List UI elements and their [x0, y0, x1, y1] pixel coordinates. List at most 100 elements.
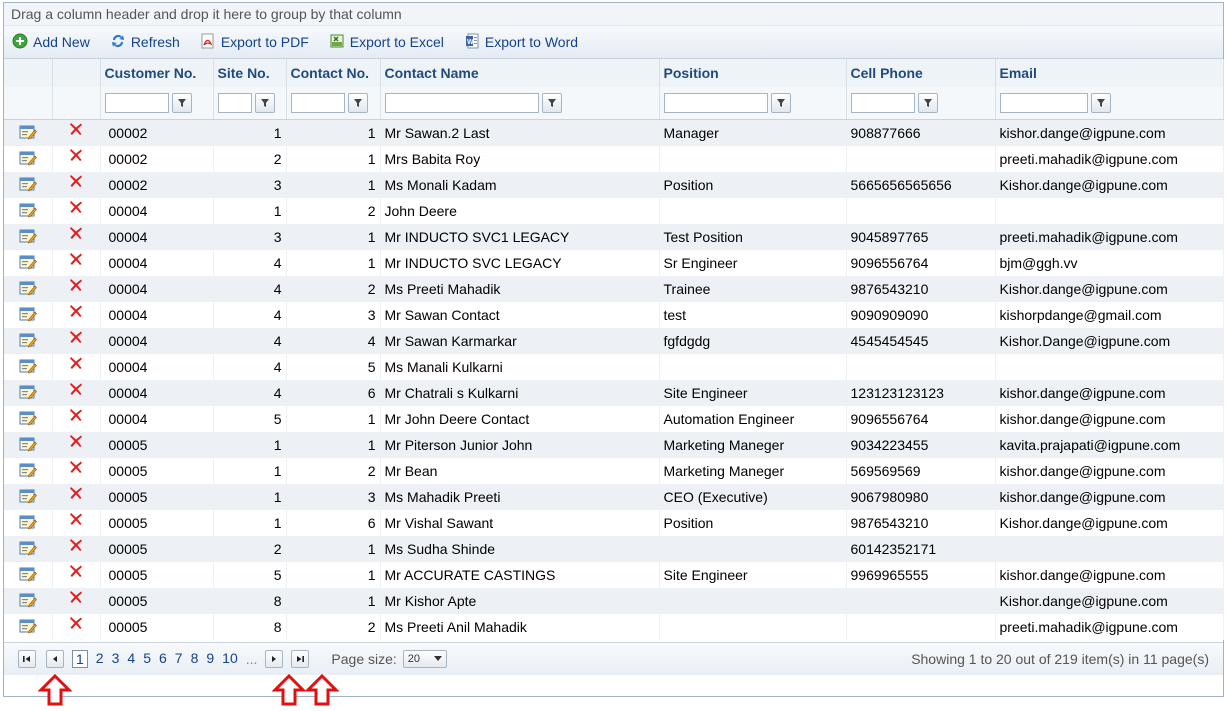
table-row[interactable]: 00005 8 2 Ms Preeti Anil Mahadik preeti.maha… — [4, 614, 1224, 640]
delete-icon[interactable] — [69, 174, 83, 191]
table-row[interactable]: 00005 2 1 Ms Sudha Shinde 60142352171 — [4, 536, 1224, 562]
table-row[interactable]: 00004 4 4 Mr Sawan Karmarkar fgfdgdg 45454545… — [4, 328, 1224, 354]
table-row[interactable]: 00004 3 1 Mr INDUCTO SVC1 LEGACY Test Positi… — [4, 224, 1224, 250]
contact-name-filter-input[interactable] — [384, 93, 539, 113]
column-header-contact-name[interactable]: Contact Name — [380, 59, 660, 87]
column-header-position[interactable]: Position — [659, 59, 847, 87]
page-number-7[interactable]: 7 — [175, 650, 183, 668]
site-no-filter-input[interactable] — [217, 93, 252, 113]
table-row[interactable]: 00005 1 2 Mr Bean Marketing Maneger 569569569… — [4, 458, 1224, 484]
delete-icon[interactable] — [69, 330, 83, 347]
delete-icon[interactable] — [69, 226, 83, 243]
edit-icon[interactable] — [19, 332, 37, 351]
delete-icon[interactable] — [69, 460, 83, 477]
page-number-6[interactable]: 6 — [159, 650, 167, 668]
edit-icon[interactable] — [19, 254, 37, 273]
delete-icon[interactable] — [69, 512, 83, 529]
filter-icon[interactable] — [254, 93, 275, 113]
edit-icon[interactable] — [19, 462, 37, 481]
delete-icon[interactable] — [69, 304, 83, 321]
delete-icon[interactable] — [69, 278, 83, 295]
delete-icon[interactable] — [69, 408, 83, 425]
edit-icon[interactable] — [19, 410, 37, 429]
edit-icon[interactable] — [19, 124, 37, 143]
table-row[interactable]: 00004 4 5 Ms Manali Kulkarni — [4, 354, 1224, 380]
delete-icon[interactable] — [69, 252, 83, 269]
delete-icon[interactable] — [69, 382, 83, 399]
delete-icon[interactable] — [69, 616, 83, 633]
page-number-2[interactable]: 2 — [96, 650, 104, 668]
add-new-button[interactable]: Add New — [12, 33, 90, 52]
email-filter-input[interactable] — [999, 93, 1088, 113]
page-size-select[interactable]: 20 — [402, 650, 447, 668]
edit-icon[interactable] — [19, 618, 37, 637]
table-row[interactable]: 00005 1 3 Ms Mahadik Preeti CEO (Executive) 9… — [4, 484, 1224, 510]
edit-icon[interactable] — [19, 202, 37, 221]
page-ellipsis[interactable]: ... — [246, 651, 258, 667]
table-row[interactable]: 00004 4 2 Ms Preeti Mahadik Trainee 987654321… — [4, 276, 1224, 302]
table-row[interactable]: 00002 2 1 Mrs Babita Roy preeti.mahadik@igpu… — [4, 146, 1224, 172]
filter-icon[interactable] — [171, 93, 192, 113]
delete-icon[interactable] — [69, 122, 83, 139]
delete-icon[interactable] — [69, 434, 83, 451]
table-row[interactable]: 00005 1 6 Mr Vishal Sawant Position 987654321… — [4, 510, 1224, 536]
filter-icon[interactable] — [770, 93, 791, 113]
table-row[interactable]: 00004 4 1 Mr INDUCTO SVC LEGACY Sr Engineer 9… — [4, 250, 1224, 276]
filter-icon[interactable] — [541, 93, 562, 113]
edit-icon[interactable] — [19, 436, 37, 455]
delete-icon[interactable] — [69, 148, 83, 165]
edit-icon[interactable] — [19, 306, 37, 325]
position-filter-input[interactable] — [663, 93, 768, 113]
edit-icon[interactable] — [19, 514, 37, 533]
column-header-site-no[interactable]: Site No. — [213, 59, 287, 87]
delete-icon[interactable] — [69, 200, 83, 217]
delete-icon[interactable] — [69, 486, 83, 503]
column-header-cell-phone[interactable]: Cell Phone — [846, 59, 996, 87]
table-row[interactable]: 00004 4 3 Mr Sawan Contact test 9090909090 kis… — [4, 302, 1224, 328]
edit-icon[interactable] — [19, 540, 37, 559]
page-number-5[interactable]: 5 — [143, 650, 151, 668]
export-excel-button[interactable]: Export to Excel — [329, 33, 444, 52]
table-row[interactable]: 00004 5 1 Mr John Deere Contact Automation E… — [4, 406, 1224, 432]
edit-icon[interactable] — [19, 150, 37, 169]
page-number-4[interactable]: 4 — [127, 650, 135, 668]
edit-icon[interactable] — [19, 358, 37, 377]
page-number-9[interactable]: 9 — [206, 650, 214, 668]
filter-icon[interactable] — [347, 93, 368, 113]
edit-icon[interactable] — [19, 488, 37, 507]
export-word-button[interactable]: W Export to Word — [464, 33, 578, 52]
table-row[interactable]: 00002 1 1 Mr Sawan.2 Last Manager 908877666 ki… — [4, 119, 1224, 146]
column-header-email[interactable]: Email — [995, 59, 1224, 87]
table-row[interactable]: 00005 8 1 Mr Kishor Apte Kishor.dange@igpune… — [4, 588, 1224, 614]
edit-icon[interactable] — [19, 176, 37, 195]
filter-icon[interactable] — [1090, 93, 1111, 113]
edit-icon[interactable] — [19, 566, 37, 585]
table-row[interactable]: 00005 5 1 Mr ACCURATE CASTINGS Site Engineer… — [4, 562, 1224, 588]
edit-icon[interactable] — [19, 384, 37, 403]
first-page-icon[interactable] — [18, 650, 36, 668]
table-row[interactable]: 00004 4 6 Mr Chatrali s Kulkarni Site Engine… — [4, 380, 1224, 406]
last-page-icon[interactable] — [291, 650, 310, 668]
table-row[interactable]: 00004 1 2 John Deere — [4, 198, 1224, 224]
page-number-3[interactable]: 3 — [112, 650, 120, 668]
refresh-button[interactable]: Refresh — [110, 33, 180, 52]
group-by-panel[interactable]: Drag a column header and drop it here to… — [4, 3, 1223, 26]
export-pdf-button[interactable]: Export to PDF — [200, 33, 309, 52]
column-header-customer-no[interactable]: Customer No. — [100, 59, 214, 87]
cell-phone-filter-input[interactable] — [850, 93, 915, 113]
prev-page-icon[interactable] — [46, 650, 64, 668]
page-number-10[interactable]: 10 — [222, 650, 238, 668]
customer-no-filter-input[interactable] — [104, 93, 169, 113]
edit-icon[interactable] — [19, 280, 37, 299]
edit-icon[interactable] — [19, 228, 37, 247]
table-row[interactable]: 00002 3 1 Ms Monali Kadam Position 5665656565… — [4, 172, 1224, 198]
delete-icon[interactable] — [69, 356, 83, 373]
next-page-icon[interactable] — [265, 650, 284, 668]
page-number-8[interactable]: 8 — [191, 650, 199, 668]
page-number-1[interactable]: 1 — [72, 650, 88, 668]
filter-icon[interactable] — [917, 93, 938, 113]
table-row[interactable]: 00005 1 1 Mr Piterson Junior John Marketing … — [4, 432, 1224, 458]
edit-icon[interactable] — [19, 592, 37, 611]
column-header-contact-no[interactable]: Contact No. — [286, 59, 381, 87]
delete-icon[interactable] — [69, 564, 83, 581]
